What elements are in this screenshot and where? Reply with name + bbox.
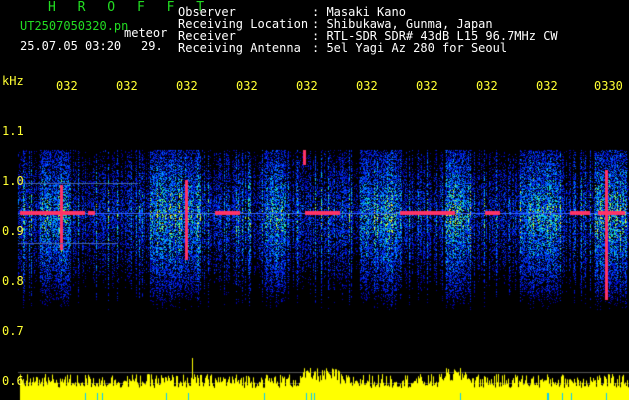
x-tick-label: 032 [116, 79, 138, 93]
info-value: : 5el Yagi Az 280 for Seoul [312, 41, 508, 55]
x-tick-label: 032 [536, 79, 558, 93]
x-tick-label: 032 [416, 79, 438, 93]
x-tick-label: 032 [296, 79, 318, 93]
y-tick-label: 0.8 [2, 274, 24, 288]
x-tick-label: 032 [356, 79, 378, 93]
meteor-label: meteor [124, 26, 168, 40]
x-tick-label: 032 [176, 79, 198, 93]
y-tick-label: 0.6 [2, 374, 24, 388]
frequency-unit-label: kHz [2, 74, 24, 88]
x-tick-label: 032 [56, 79, 78, 93]
date-time: 25.07.05 03:20 [20, 39, 122, 53]
x-tick-label: 0330 [594, 79, 623, 93]
x-tick-label: 032 [236, 79, 258, 93]
meteor-count: 29. [141, 39, 163, 53]
y-tick-label: 0.9 [2, 224, 24, 238]
file-name: UT2507050320.pn [20, 19, 129, 33]
y-tick-label: 0.7 [2, 324, 24, 338]
x-tick-label: 032 [476, 79, 498, 93]
info-label: Receiving Antenna [178, 41, 301, 55]
y-tick-label: 1.1 [2, 124, 24, 138]
spectrogram-display [0, 0, 629, 400]
y-tick-label: 1.0 [2, 174, 24, 188]
